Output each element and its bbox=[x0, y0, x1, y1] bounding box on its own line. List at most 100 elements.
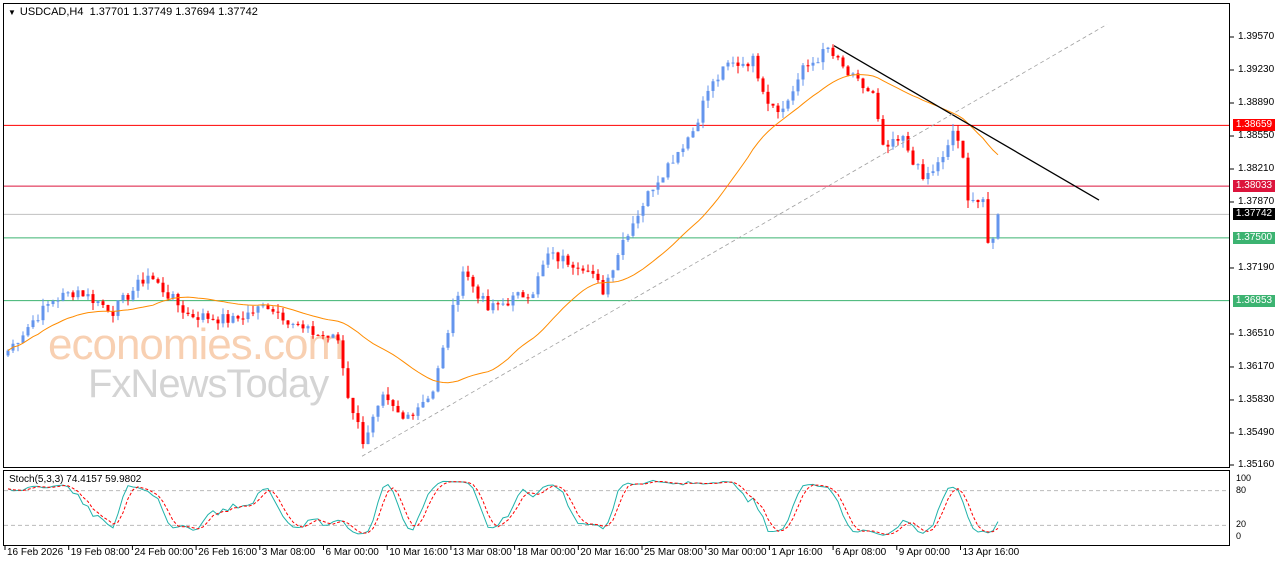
candle-body bbox=[601, 279, 605, 295]
candle-body bbox=[991, 238, 995, 243]
dropdown-triangle-icon[interactable]: ▼ bbox=[8, 8, 16, 17]
candle-body bbox=[726, 62, 730, 67]
candle-body bbox=[471, 276, 475, 287]
candle-body bbox=[141, 279, 145, 284]
candle-body bbox=[326, 335, 330, 338]
candle-body bbox=[366, 432, 370, 445]
candle-body bbox=[746, 63, 750, 67]
candle-body bbox=[666, 163, 670, 178]
candle-body bbox=[306, 326, 310, 329]
price-tick-label: 1.39570 bbox=[1238, 31, 1275, 42]
trendline bbox=[361, 24, 1108, 457]
candle-body bbox=[706, 90, 710, 101]
candle-body bbox=[911, 150, 915, 165]
candle-body bbox=[771, 103, 775, 106]
time-tick-label: 6 Mar 00:00 bbox=[325, 547, 379, 558]
candle-body bbox=[356, 413, 360, 423]
candle-body bbox=[271, 309, 275, 312]
candle-body bbox=[556, 252, 560, 262]
price-chart[interactable] bbox=[0, 0, 1280, 567]
candle-body bbox=[926, 173, 930, 180]
candle-body bbox=[176, 293, 180, 306]
candle-body bbox=[16, 342, 20, 344]
candle-body bbox=[391, 400, 395, 406]
candle-body bbox=[976, 199, 980, 203]
candle-body bbox=[896, 139, 900, 141]
candle-body bbox=[441, 347, 445, 369]
candle-body bbox=[31, 320, 35, 328]
candle-body bbox=[181, 305, 185, 313]
candle-body bbox=[286, 320, 290, 325]
candle-body bbox=[711, 81, 715, 91]
stoch-level-label: 0 bbox=[1236, 531, 1242, 541]
candle-body bbox=[256, 306, 260, 313]
level-price-tag: 1.38659 bbox=[1233, 119, 1275, 132]
candle-body bbox=[386, 394, 390, 401]
candle-body bbox=[136, 279, 140, 291]
candle-body bbox=[621, 239, 625, 256]
ohlc-high: 1.37749 bbox=[132, 6, 173, 18]
candle-body bbox=[756, 55, 760, 79]
candle-body bbox=[696, 122, 700, 132]
candle-body bbox=[401, 412, 405, 419]
candle-body bbox=[201, 313, 205, 320]
candle-body bbox=[651, 189, 655, 192]
candle-body bbox=[941, 156, 945, 163]
candle-body bbox=[691, 131, 695, 138]
candle-body bbox=[676, 152, 680, 163]
candle-body bbox=[861, 78, 865, 89]
candle-body bbox=[211, 318, 215, 320]
candle-body bbox=[506, 303, 510, 306]
candle-body bbox=[661, 177, 665, 183]
candle-body bbox=[946, 145, 950, 157]
candle-body bbox=[486, 296, 490, 311]
candle-body bbox=[646, 191, 650, 206]
candle-body bbox=[261, 305, 265, 307]
moving-average-line bbox=[7, 74, 999, 384]
candle-body bbox=[146, 275, 150, 284]
candle-body bbox=[76, 290, 80, 298]
level-price-tag: 1.37500 bbox=[1233, 231, 1275, 244]
candle-body bbox=[301, 324, 305, 329]
candle-body bbox=[526, 297, 530, 299]
candle-body bbox=[626, 235, 630, 240]
candle-body bbox=[516, 292, 520, 296]
level-price-tag: 1.38033 bbox=[1233, 180, 1275, 193]
candle-body bbox=[361, 422, 365, 445]
price-tick-label: 1.38550 bbox=[1238, 129, 1275, 141]
candle-body bbox=[591, 270, 595, 274]
candle-body bbox=[66, 292, 70, 294]
candle-body bbox=[961, 140, 965, 158]
candle-body bbox=[806, 65, 810, 67]
candle-body bbox=[736, 62, 740, 66]
candle-body bbox=[91, 294, 95, 304]
ohlc-open: 1.37701 bbox=[89, 6, 130, 18]
candle-body bbox=[216, 319, 220, 324]
candle-body bbox=[581, 268, 585, 271]
candle-body bbox=[766, 91, 770, 104]
candle-body bbox=[541, 264, 545, 277]
candle-body bbox=[421, 401, 425, 408]
candle-body bbox=[701, 100, 705, 123]
candle-body bbox=[461, 271, 465, 296]
candle-body bbox=[616, 255, 620, 271]
candle-body bbox=[886, 144, 890, 147]
candle-body bbox=[431, 391, 435, 399]
candle-body bbox=[656, 182, 660, 190]
candle-body bbox=[596, 273, 600, 280]
candle-body bbox=[841, 57, 845, 67]
stoch-level-label: 80 bbox=[1236, 484, 1247, 495]
time-tick-label: 3 Mar 08:00 bbox=[261, 547, 316, 558]
candle-body bbox=[281, 312, 285, 321]
level-price-tag: 1.37742 bbox=[1233, 208, 1275, 221]
candle-body bbox=[586, 270, 590, 272]
candle-body bbox=[226, 314, 230, 323]
candle-body bbox=[971, 199, 975, 201]
candle-body bbox=[611, 270, 615, 278]
candle-body bbox=[156, 279, 160, 283]
time-tick-label: 19 Feb 08:00 bbox=[70, 547, 130, 558]
candle-body bbox=[551, 252, 555, 254]
candle-body bbox=[51, 301, 55, 305]
candle-body bbox=[71, 292, 75, 298]
time-tick-label: 25 Mar 08:00 bbox=[644, 547, 703, 558]
